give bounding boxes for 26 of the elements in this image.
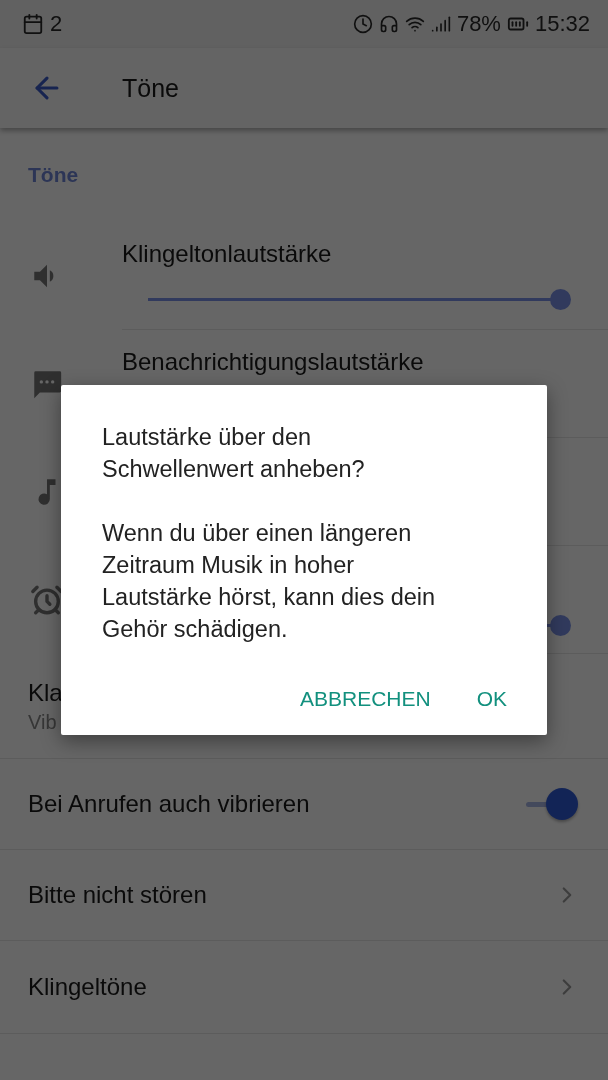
volume-label: Klingeltonlautstärke bbox=[122, 240, 332, 268]
setting-title: Kla bbox=[28, 678, 63, 707]
settings-row[interactable]: Bei Anrufen auch vibrieren bbox=[0, 759, 608, 850]
setting-title: Bei Anrufen auch vibrieren bbox=[28, 790, 310, 818]
dialog-title: Lautstärke über den Schwellenwert anheben? bbox=[102, 423, 366, 484]
notification-count: 2 bbox=[50, 11, 63, 37]
signal-icon bbox=[430, 14, 451, 34]
alarm-clock-icon bbox=[30, 583, 64, 617]
settings-row[interactable]: Bitte nicht stören bbox=[0, 850, 608, 941]
settings-row[interactable]: Klingeltöne bbox=[0, 941, 608, 1034]
volume-label: Benachrichtigungslautstärke bbox=[122, 348, 424, 376]
battery-percentage: 78% bbox=[456, 11, 501, 37]
wifi-icon bbox=[404, 14, 425, 34]
dialog-button[interactable]: OK bbox=[462, 677, 521, 721]
slider-thumb[interactable] bbox=[550, 289, 571, 310]
setting-title: Klingeltöne bbox=[28, 973, 147, 1001]
dialog-button[interactable]: ABBRECHEN bbox=[285, 677, 445, 721]
alarm-icon bbox=[352, 14, 373, 34]
setting-title: Bitte nicht stören bbox=[28, 881, 207, 909]
slider-thumb[interactable] bbox=[550, 615, 571, 636]
screen-title: Töne bbox=[122, 73, 179, 103]
dialog-message: Wenn du über einen längeren Zeitraum Musik in hoher Lautstärke hörst, kann dies dein Gehör schädigen. bbox=[102, 519, 437, 644]
calendar-icon bbox=[22, 13, 44, 35]
section-header: Töne bbox=[27, 162, 80, 188]
headphones-icon bbox=[378, 14, 399, 34]
clock-time: 15:32 bbox=[534, 11, 590, 37]
